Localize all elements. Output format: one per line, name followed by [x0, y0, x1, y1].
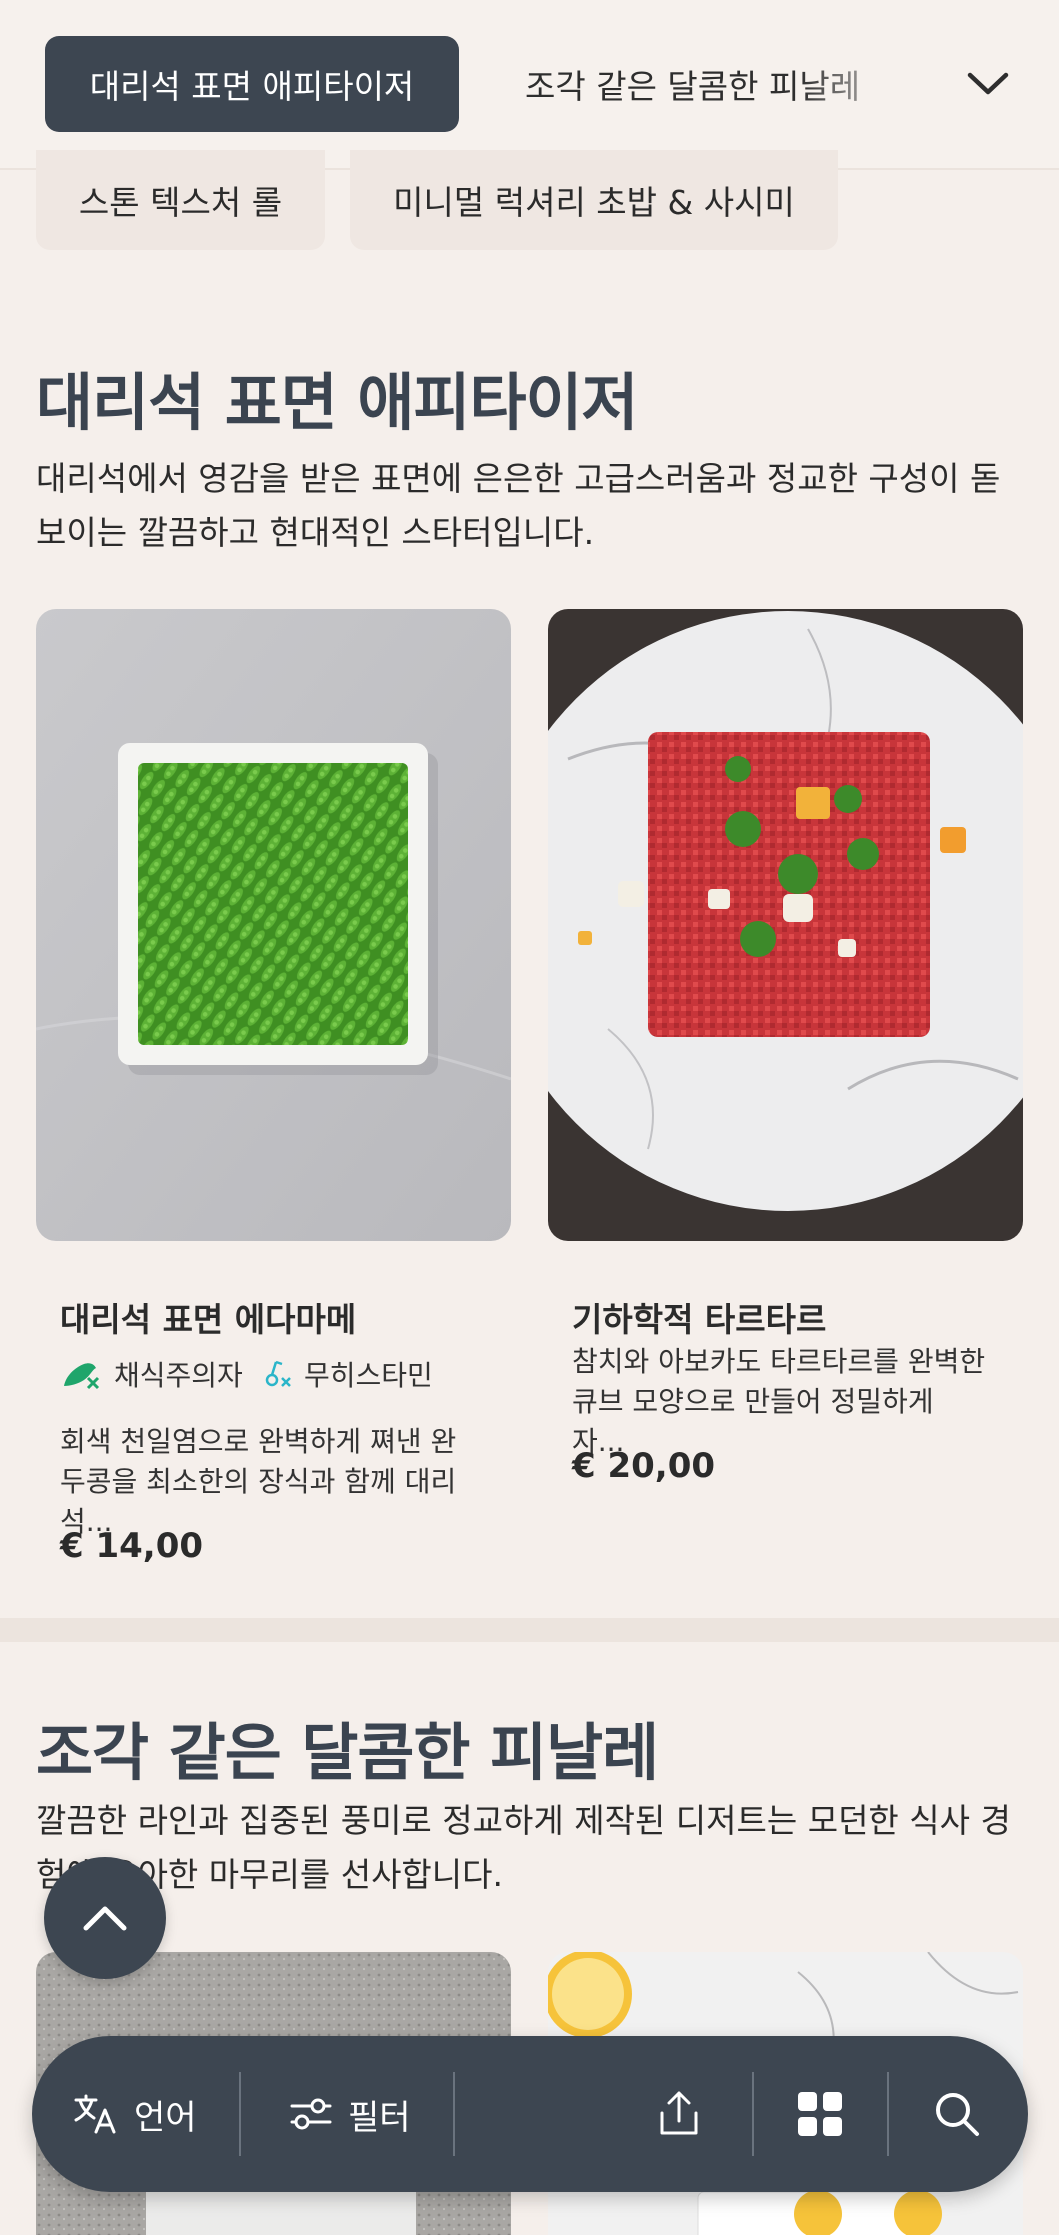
item-name[interactable]: 기하학적 타르타르 [572, 1293, 826, 1341]
grid-view-button[interactable] [796, 2036, 844, 2192]
grid-view-icon [798, 2092, 842, 2136]
filter-button[interactable]: 필터 [288, 2036, 411, 2192]
search-button[interactable] [932, 2036, 982, 2192]
tag-label: 채식주의자 [114, 1359, 243, 1392]
scroll-to-top-button[interactable] [44, 1857, 166, 1979]
separator [752, 2072, 754, 2156]
item-price: € 20,00 [572, 1446, 716, 1486]
share-button[interactable] [656, 2036, 702, 2192]
translate-icon [74, 2094, 116, 2134]
tag-label: 무히스타민 [304, 1359, 433, 1392]
tag-vegetarian: 채식주의자 [60, 1354, 243, 1394]
section-description: 대리석에서 영감을 받은 표면에 은은한 고급스러움과 정교한 구성이 돋보이는… [36, 459, 1001, 552]
no-histamine-icon [265, 1360, 291, 1387]
section-title: 조각 같은 달콤한 피날레 [36, 1716, 659, 1789]
category-nav: 대리석 표면 애피타이저 조각 같은 달콤한 피날레 [0, 0, 1059, 170]
vegetarian-icon [64, 1363, 100, 1390]
chevron-up-icon [83, 1906, 127, 1931]
item-description: 회색 천일염으로 완벽하게 쪄낸 완두콩을 최소한의 장식과 함께 대리석... [60, 1425, 457, 1538]
share-icon [660, 2091, 698, 2135]
separator [239, 2072, 241, 2156]
category-chip-sushi-sashimi[interactable]: 미니멀 럭셔리 초밥 & 사시미 [350, 150, 838, 250]
tartare-image[interactable] [548, 609, 1023, 1241]
item-description: 참치와 아보카도 타르타르를 완벽한 큐브 모양으로 만들어 정밀하게 자... [572, 1345, 986, 1458]
filter-label: 필터 [348, 2097, 411, 2138]
category-toggle-button[interactable] [950, 46, 1026, 122]
language-label: 언어 [134, 2097, 197, 2138]
separator [887, 2072, 889, 2156]
tag-no-histamine: 무히스타민 [262, 1354, 433, 1394]
category-tab-active[interactable]: 대리석 표면 애피타이저 [45, 36, 459, 132]
category-fade [800, 36, 940, 132]
chevron-down-icon [967, 72, 1009, 95]
separator [453, 2072, 455, 2156]
search-icon [936, 2093, 979, 2136]
section-divider [0, 1618, 1059, 1642]
language-button[interactable]: 언어 [72, 2036, 197, 2192]
bottom-action-bar: 언어 필터 [32, 2036, 1028, 2192]
item-price: € 14,00 [60, 1526, 204, 1566]
filter-icon [290, 2098, 332, 2130]
section-title: 대리석 표면 애피타이저 [36, 366, 639, 439]
section-description: 깔끔한 라인과 집중된 풍미로 정교하게 제작된 디저트는 모던한 식사 경험에… [36, 1801, 1011, 1894]
category-chip-stone-rolls[interactable]: 스톤 텍스처 롤 [36, 150, 325, 250]
item-name[interactable]: 대리석 표면 에다마메 [60, 1293, 356, 1341]
edamame-image[interactable] [36, 609, 511, 1241]
